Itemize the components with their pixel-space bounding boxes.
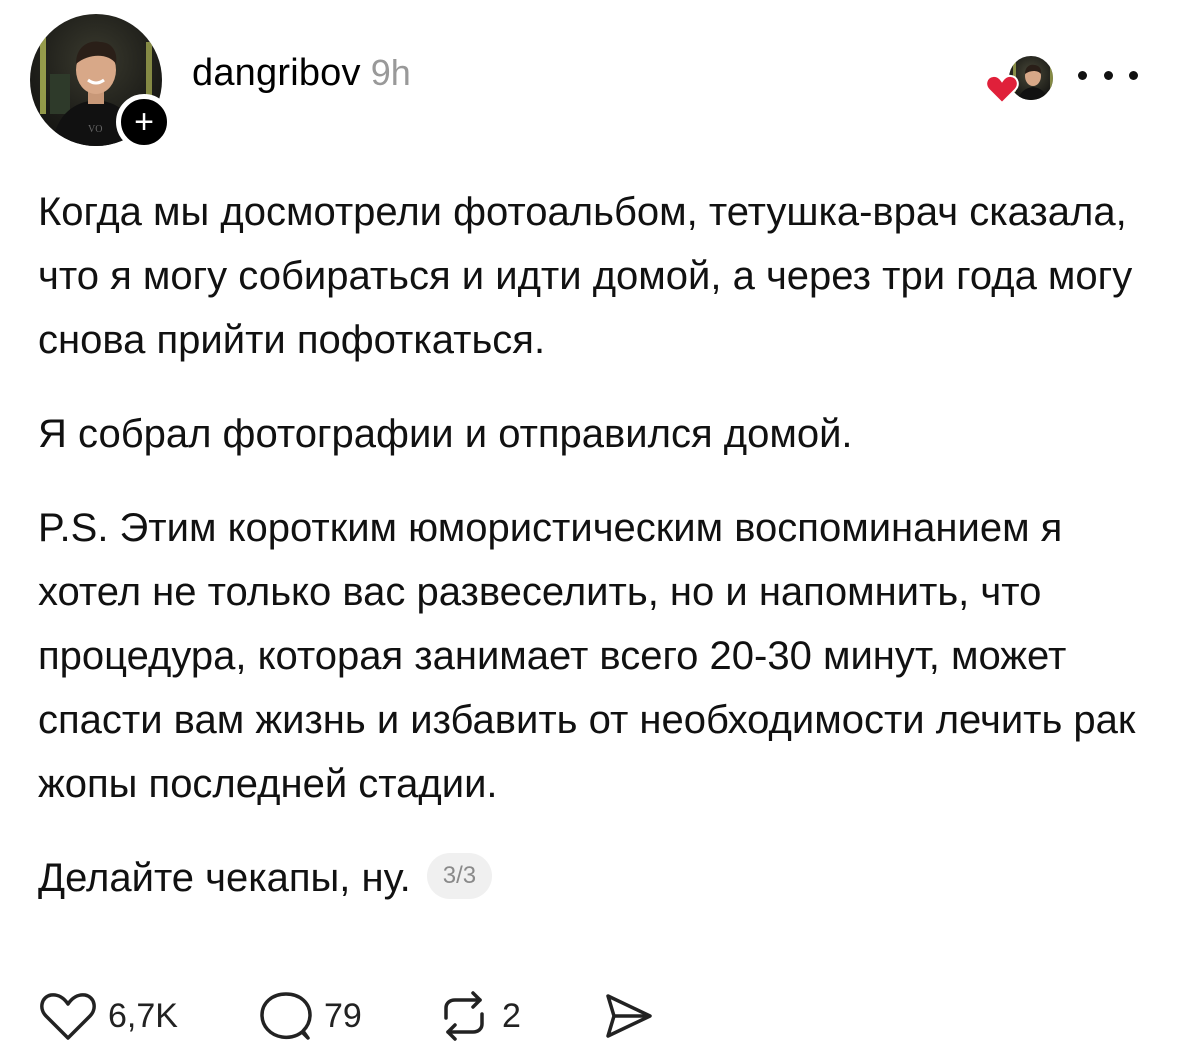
dot [1129, 70, 1138, 80]
heart-outline-icon [40, 993, 96, 1040]
repost-count: 2 [502, 996, 521, 1035]
post-actions-bar: 6,7K 79 2 [38, 990, 656, 1042]
post-paragraph-last: Делайте чекапы, ну. 3/3 [38, 846, 1148, 910]
plus-icon: + [134, 103, 154, 141]
like-button[interactable]: 6,7K [38, 990, 258, 1042]
repost-button[interactable]: 2 [436, 990, 600, 1042]
dot [1103, 70, 1113, 80]
comment-button[interactable]: 79 [258, 990, 436, 1042]
liked-by-indicator[interactable] [985, 54, 1057, 104]
svg-text:VO: VO [88, 124, 102, 135]
red-heart-icon [985, 74, 1019, 104]
post-time: 9h [370, 52, 411, 93]
post-paragraph: P.S. Этим коротким юмористическим воспом… [38, 506, 1136, 806]
like-count: 6,7K [108, 996, 178, 1035]
send-arrow-icon [606, 994, 652, 1038]
author-avatar-container[interactable]: VO + [30, 14, 172, 150]
share-button[interactable] [600, 990, 656, 1042]
post-paragraph: Я собрал фотографии и отправился домой. [38, 412, 853, 456]
post-body: Когда мы досмотрели фотоальбом, тетушка-… [38, 180, 1148, 910]
follow-button[interactable]: + [116, 94, 172, 150]
page-counter-badge: 3/3 [426, 853, 493, 900]
comment-bubble-icon [260, 992, 312, 1040]
repost-arrows-icon [444, 991, 484, 1041]
username[interactable]: dangribov [192, 52, 361, 95]
post-paragraph: Когда мы досмотрели фотоальбом, тетушка-… [38, 190, 1133, 362]
post-header: dangribov 9h [192, 52, 411, 95]
dot [1078, 70, 1087, 80]
comment-count: 79 [324, 996, 362, 1035]
more-dots-icon[interactable] [1078, 60, 1138, 90]
post-paragraph-text: Делайте чекапы, ну. [38, 856, 411, 900]
